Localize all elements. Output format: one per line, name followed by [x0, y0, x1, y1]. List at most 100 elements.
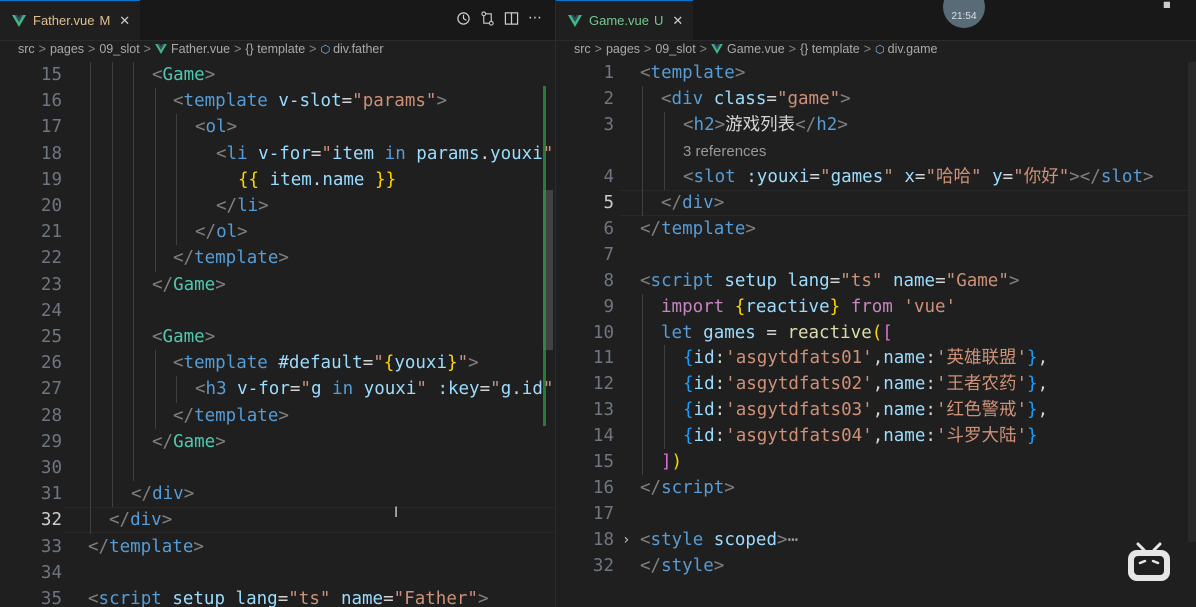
code-line[interactable]: 27 <h3 v-for="g in youxi" :key="g.id": [0, 376, 555, 402]
code-token: .: [511, 379, 522, 400]
breadcrumb-item[interactable]: 09_slot: [99, 42, 139, 56]
code-token: '王者农药': [935, 374, 1028, 395]
code-line[interactable]: 22 </template>: [0, 245, 555, 271]
line-number: 17: [592, 504, 614, 525]
code-text: <Game>: [152, 324, 215, 350]
breadcrumb-item[interactable]: div.father: [333, 42, 384, 56]
line-number: 2: [603, 88, 614, 109]
chevron-right-icon: >: [699, 42, 707, 56]
code-line[interactable]: 8 <script setup lang="ts" name="Game">: [556, 268, 1196, 294]
code-token: '英雄联盟': [935, 348, 1028, 369]
tab-father-vue[interactable]: Father.vue M ✕: [0, 0, 141, 40]
code-token: #default: [278, 353, 363, 374]
code-line[interactable]: 30: [0, 455, 555, 481]
code-line[interactable]: 11 {id:'asgytdfats01',name:'英雄联盟'},: [556, 345, 1196, 371]
code-text: <script setup lang="ts" name="Game">: [640, 268, 1019, 294]
breadcrumb: src > pages >09_slot > Father.vue >{} template…: [0, 40, 555, 58]
code-line[interactable]: 10 let games = reactive([: [556, 320, 1196, 346]
history-icon[interactable]: [455, 10, 471, 26]
code-line[interactable]: 13 {id:'asgytdfats03',name:'红色警戒'},: [556, 397, 1196, 423]
code-line[interactable]: 12 {id:'asgytdfats02',name:'王者农药'},: [556, 371, 1196, 397]
code-line[interactable]: 15]): [556, 449, 1196, 475]
code-text: <style scoped>⋯: [640, 527, 798, 553]
breadcrumb-item[interactable]: src: [574, 42, 591, 56]
code-token: >: [237, 222, 248, 243]
code-line[interactable]: 1 <template>: [556, 60, 1196, 86]
split-editor-icon[interactable]: [503, 10, 519, 26]
breadcrumb-item[interactable]: {} template: [800, 42, 860, 56]
close-icon[interactable]: ✕: [119, 13, 130, 29]
code-line[interactable]: 23 </Game>: [0, 272, 555, 298]
code-line[interactable]: 16 </script>: [556, 475, 1196, 501]
code-line[interactable]: 16 <template v-slot="params">: [0, 88, 555, 114]
line-number: 33: [40, 536, 62, 557]
code-line[interactable]: 18 › <style scoped>⋯: [556, 527, 1196, 553]
code-line[interactable]: 20 </li>: [0, 193, 555, 219]
code-line[interactable]: 34: [0, 560, 555, 586]
code-line[interactable]: 19 {{ item.name }}: [0, 167, 555, 193]
tab-game-vue[interactable]: Game.vue U ✕: [556, 0, 694, 40]
code-line[interactable]: 6 </template>: [556, 216, 1196, 242]
code-token: :: [925, 348, 936, 369]
compare-changes-icon[interactable]: [479, 10, 495, 26]
code-editor[interactable]: 15 <Game> 16 <template v-slot="params"> 17 <o…: [0, 62, 555, 607]
code-line[interactable]: 31 </div>: [0, 481, 555, 507]
code-token: =: [829, 270, 841, 291]
code-token: <: [173, 353, 184, 374]
fold-chevron-icon[interactable]: ›: [622, 527, 630, 553]
code-line[interactable]: 21 </ol>: [0, 219, 555, 245]
code-line[interactable]: 25 <Game>: [0, 324, 555, 350]
code-line[interactable]: 17 <ol>: [0, 114, 555, 140]
code-token: params: [416, 143, 480, 164]
more-actions-icon[interactable]: ⋯: [527, 10, 543, 26]
scrollbar[interactable]: [1188, 62, 1196, 542]
code-token: scoped: [713, 530, 777, 551]
chat-icon[interactable]: ▪: [1162, 0, 1172, 13]
code-line[interactable]: 24: [0, 298, 555, 324]
breadcrumb-item[interactable]: {} template: [245, 42, 305, 56]
code-editor[interactable]: 1 <template> 2 <div class="game"> 3 <h2>游戏列表<…: [556, 62, 1196, 607]
code-line[interactable]: 15 <Game>: [0, 62, 555, 88]
code-line[interactable]: 3 <h2>游戏列表</h2>: [556, 112, 1196, 138]
code-line[interactable]: 14 {id:'asgytdfats04',name:'斗罗大陆'}: [556, 423, 1196, 449]
code-line[interactable]: 7: [556, 242, 1196, 268]
code-token: <: [216, 143, 227, 164]
code-token: Game: [173, 431, 216, 452]
breadcrumb-item[interactable]: Father.vue: [171, 42, 230, 56]
code-token: ,: [1037, 400, 1049, 421]
breadcrumb-item[interactable]: pages: [50, 42, 84, 56]
code-token: {{: [238, 169, 260, 190]
code-token: import: [661, 296, 725, 317]
code-line[interactable]: 4 <slot :youxi="games" x="哈哈" y="你好"></sl…: [556, 164, 1196, 190]
line-number: 29: [40, 431, 62, 452]
codelens-references[interactable]: 3 references: [683, 143, 766, 160]
breadcrumb-item[interactable]: Game.vue: [727, 42, 785, 56]
line-number: 16: [592, 478, 614, 499]
breadcrumb-item[interactable]: div.game: [888, 42, 938, 56]
code-line[interactable]: 29 </Game>: [0, 429, 555, 455]
code-token: :: [925, 400, 936, 421]
code-token: x: [904, 166, 915, 187]
line-number: 18: [592, 530, 614, 551]
code-line[interactable]: 28 </template>: [0, 403, 555, 429]
code-line[interactable]: 3 references: [556, 138, 1196, 164]
code-line[interactable]: 35 <script setup lang="ts" name="Father">: [0, 586, 555, 607]
code-line[interactable]: 2 <div class="game">: [556, 86, 1196, 112]
close-icon[interactable]: ✕: [672, 13, 683, 29]
code-token: <: [640, 270, 651, 291]
code-token: =: [1002, 166, 1014, 187]
code-line[interactable]: 9 import {reactive} from 'vue': [556, 294, 1196, 320]
code-line[interactable]: 18 <li v-for="item in params.youxi": [0, 141, 555, 167]
code-text: </li>: [216, 193, 269, 219]
code-line[interactable]: 32 </div>: [0, 507, 555, 533]
code-line[interactable]: 17: [556, 501, 1196, 527]
code-token: template: [194, 248, 279, 269]
code-line[interactable]: 33 </template>: [0, 534, 555, 560]
breadcrumb-item[interactable]: pages: [606, 42, 640, 56]
breadcrumb-item[interactable]: 09_slot: [655, 42, 695, 56]
code-line[interactable]: 26 <template #default="{youxi}">: [0, 350, 555, 376]
code-line[interactable]: 32 </style>: [556, 553, 1196, 579]
code-line[interactable]: 5 </div>: [556, 190, 1196, 216]
breadcrumb-item[interactable]: src: [18, 42, 35, 56]
